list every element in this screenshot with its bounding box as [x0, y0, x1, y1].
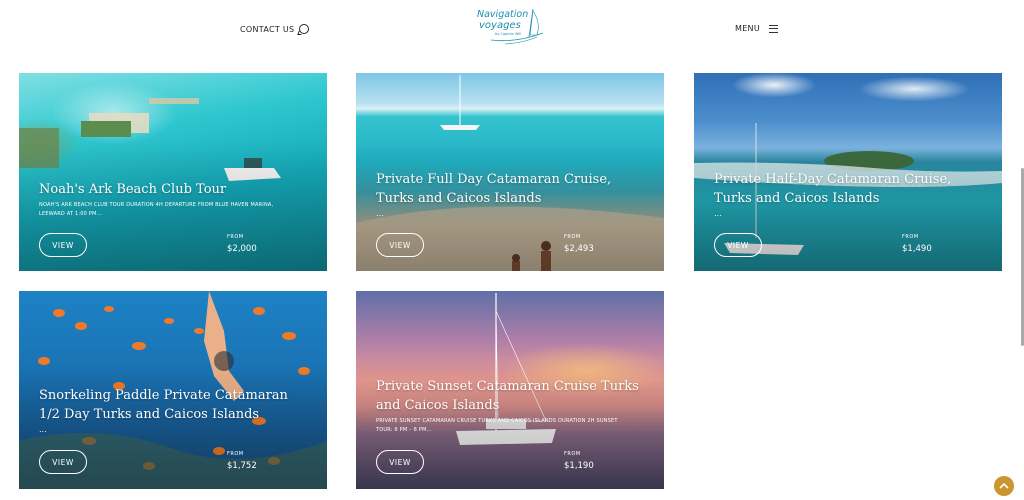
menu-button[interactable]: MENU — [735, 24, 778, 33]
view-button[interactable]: VIEW — [714, 233, 762, 257]
price-from-label: FROM — [227, 451, 244, 457]
tour-price: $1,752 — [227, 461, 257, 471]
tour-price: $2,493 — [564, 244, 594, 254]
contact-us-label: CONTACT US — [240, 24, 295, 34]
tour-title: Private Sunset Catamaran Cruise Turks an… — [376, 379, 639, 413]
page-scrollbar[interactable] — [1018, 0, 1024, 500]
price-from-label: FROM — [902, 234, 919, 240]
view-button[interactable]: VIEW — [376, 233, 424, 257]
chevron-up-icon — [999, 482, 1009, 489]
logo-text-line1: Navigation — [477, 9, 529, 20]
price-from-label: FROM — [227, 234, 244, 240]
back-to-top-button[interactable] — [994, 476, 1014, 496]
tour-description: PRIVATE SUNSET CATAMARAN CRUISE TURKS AN… — [376, 418, 618, 433]
tour-card-full-day[interactable]: Private Full Day Catamaran Cruise, Turks… — [356, 73, 664, 271]
tour-description: ... — [39, 425, 47, 434]
tour-price: $1,490 — [902, 244, 932, 254]
menu-label: MENU — [735, 24, 760, 33]
tour-title: Private Full Day Catamaran Cruise, Turks… — [376, 172, 612, 206]
tour-description: NOAH'S ARK BEACH CLUB TOUR DURATION 4H D… — [39, 202, 274, 217]
view-button[interactable]: VIEW — [39, 233, 87, 257]
view-button[interactable]: VIEW — [376, 450, 424, 474]
view-button[interactable]: VIEW — [39, 450, 87, 474]
logo-text-line3: by Captain Will — [495, 32, 522, 36]
tour-title: Private Half-Day Catamaran Cruise, Turks… — [714, 172, 952, 206]
logo-text-line2: voyages — [479, 20, 521, 31]
chat-bubble-icon — [299, 24, 310, 34]
tour-card-half-day[interactable]: Private Half-Day Catamaran Cruise, Turks… — [694, 73, 1002, 271]
tour-card-sunset[interactable]: Private Sunset Catamaran Cruise Turks an… — [356, 291, 664, 489]
tour-card-snorkeling[interactable]: Snorkeling Paddle Private Catamaran 1/2 … — [19, 291, 327, 489]
tour-description: ... — [714, 209, 722, 218]
tour-title: Snorkeling Paddle Private Catamaran 1/2 … — [39, 388, 288, 422]
contact-us-link[interactable]: CONTACT US — [240, 24, 310, 34]
tour-description: ... — [376, 209, 384, 218]
tour-price: $1,190 — [564, 461, 594, 471]
hamburger-icon — [769, 24, 778, 33]
site-logo[interactable]: Navigation voyages by Captain Will — [471, 7, 551, 45]
tour-card-noahs-ark[interactable]: Noah's Ark Beach Club Tour NOAH'S ARK BE… — [19, 73, 327, 271]
tour-title: Noah's Ark Beach Club Tour — [39, 182, 227, 197]
site-header: CONTACT US Navigation voyages by Captain… — [0, 0, 1024, 62]
tour-price: $2,000 — [227, 244, 257, 254]
price-from-label: FROM — [564, 451, 581, 457]
price-from-label: FROM — [564, 234, 581, 240]
